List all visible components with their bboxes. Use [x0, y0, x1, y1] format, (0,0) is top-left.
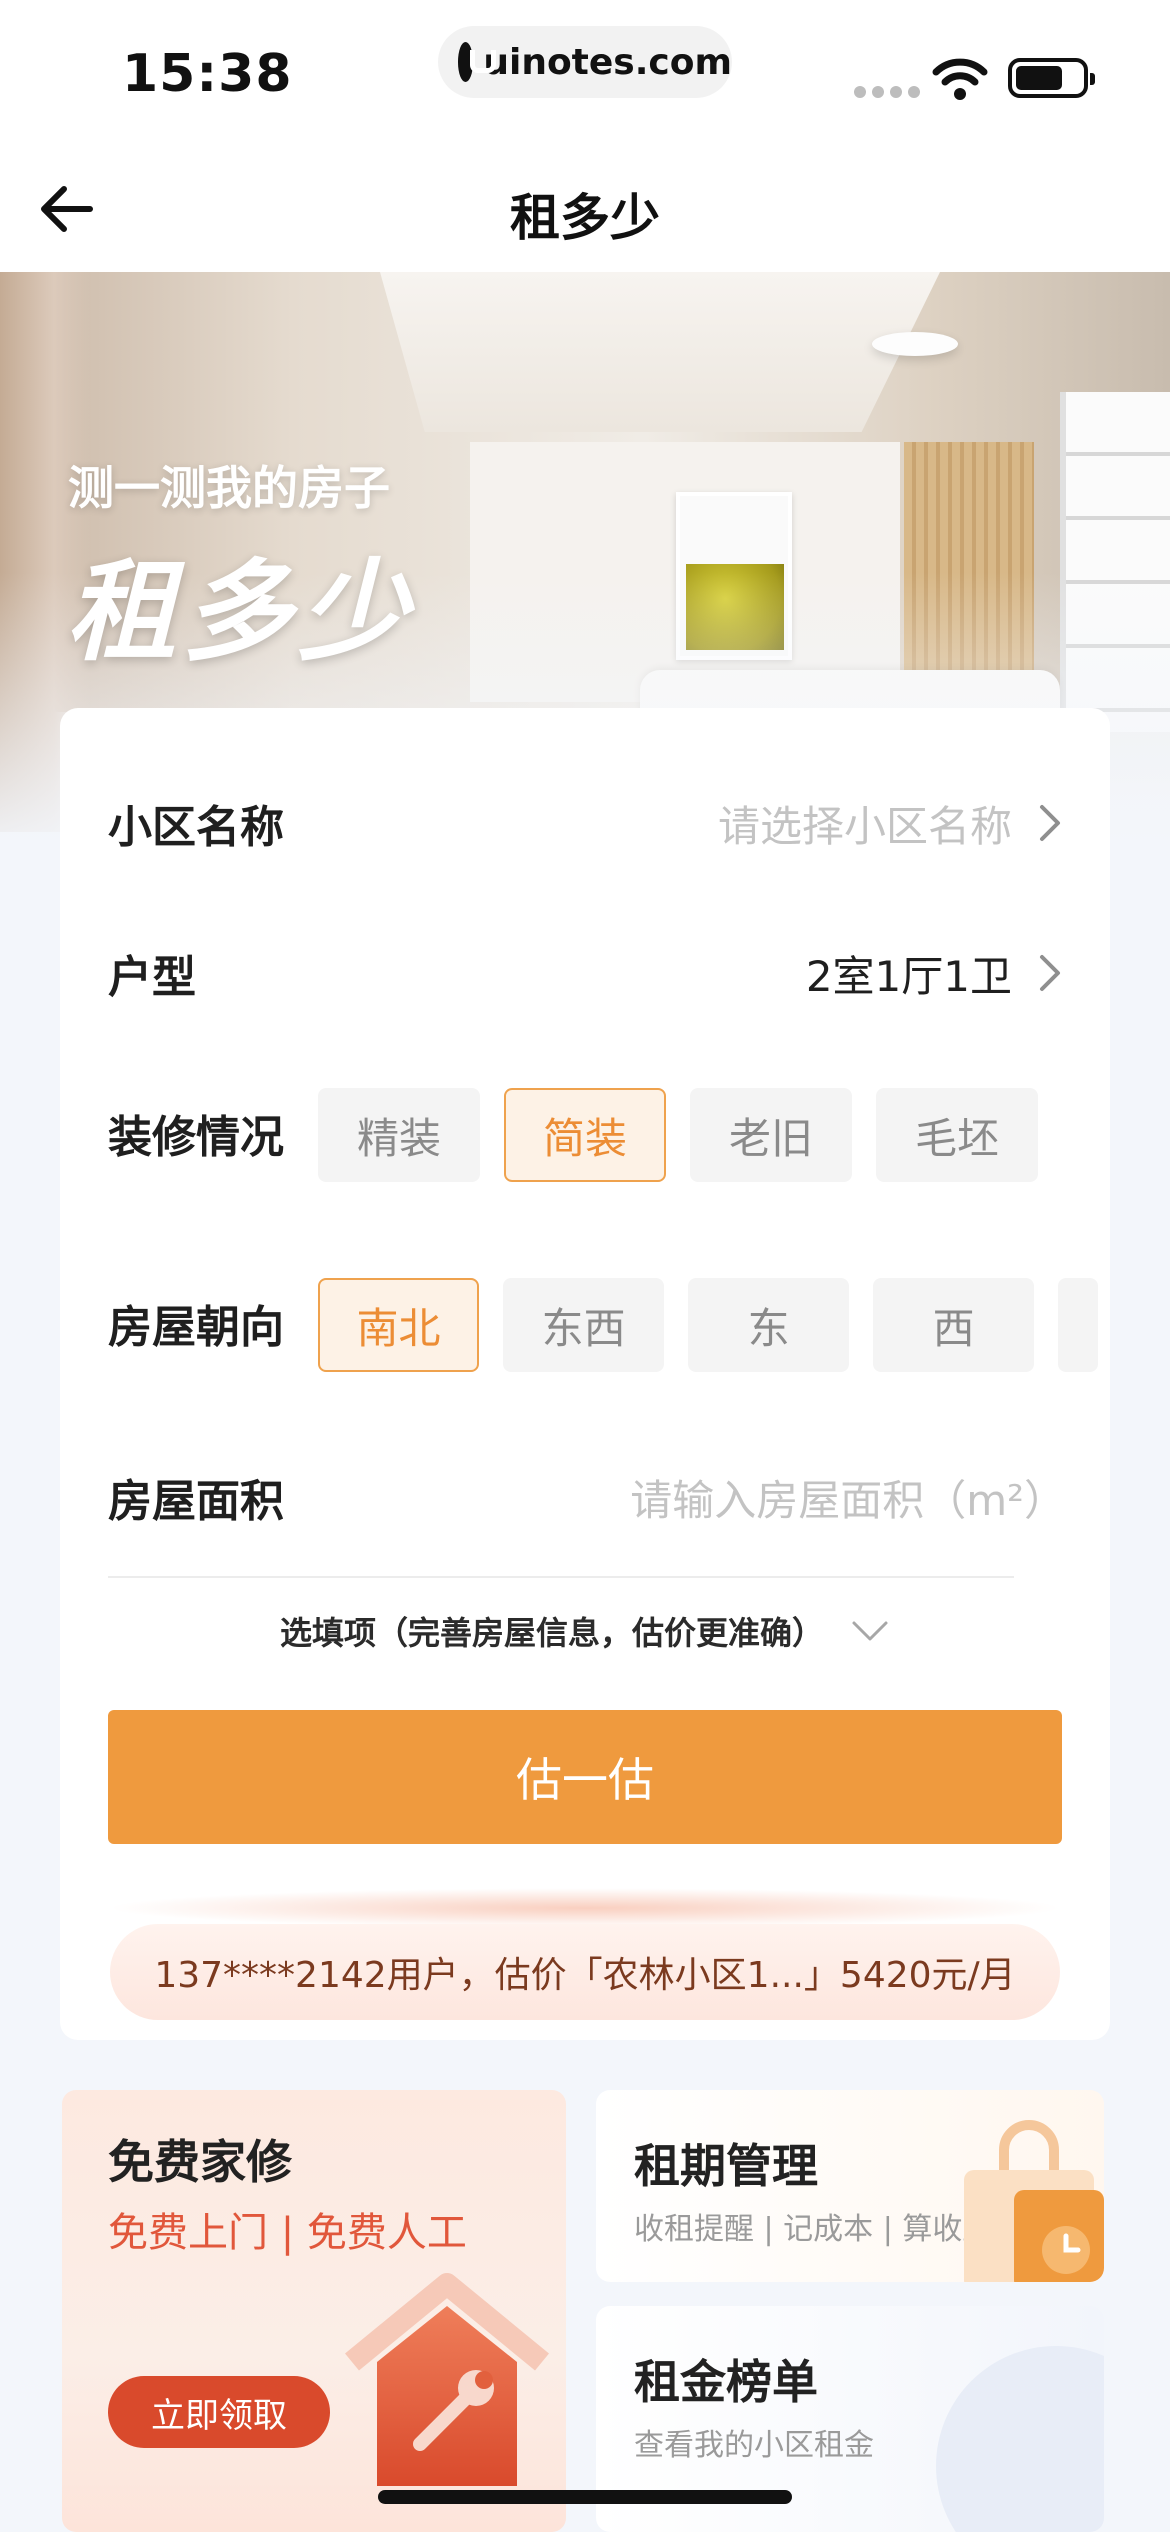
ticker-text: 137****2142用户，估价「农林小区1...」5420元/月 — [154, 1955, 1016, 1996]
claim-button[interactable]: 立即领取 — [108, 2376, 330, 2448]
chevron-right-icon — [1040, 805, 1060, 841]
battery-icon — [1008, 58, 1095, 98]
url-text: uinotes.com — [483, 41, 732, 83]
wifi-icon — [932, 58, 988, 100]
orientation-option[interactable]: 西 — [873, 1278, 1035, 1372]
estimate-ticker: 137****2142用户，估价「农林小区1...」5420元/月 — [110, 1924, 1060, 2020]
rank-title: 租金榜单 — [634, 2355, 818, 2409]
decoration-options: 精装 简装 老旧 毛坯 — [318, 1088, 1038, 1182]
nav-bar: 租多少 — [0, 140, 1170, 272]
community-placeholder: 请选择小区名称 — [717, 801, 1012, 851]
lease-subtitle: 收租提醒 | 记成本 | 算收益 — [634, 2212, 993, 2247]
decoration-label: 装修情况 — [108, 1112, 284, 1163]
optional-fields-toggle[interactable]: 选填项（完善房屋信息，估价更准确） — [60, 1608, 1110, 1654]
lease-title: 租期管理 — [634, 2139, 818, 2193]
calendar-clock-icon — [964, 2120, 1104, 2282]
divider — [108, 1576, 1014, 1578]
orientation-option[interactable]: 东西 — [503, 1278, 665, 1372]
layout-label: 户型 — [108, 952, 196, 1003]
decoration-option-selected[interactable]: 简装 — [504, 1088, 666, 1182]
site-logo-icon — [458, 42, 497, 82]
area-label: 房屋面积 — [108, 1476, 284, 1527]
chevron-down-icon — [852, 1621, 888, 1641]
ceiling-lamp-image — [872, 332, 958, 356]
page-title: 租多少 — [510, 189, 660, 247]
free-repair-card[interactable]: 免费家修 免费上门 | 免费人工 立即领取 — [62, 2090, 566, 2532]
repair-subtitle: 免费上门 | 免费人工 — [108, 2210, 467, 2256]
layout-row[interactable]: 户型 2室1厅1卫 — [108, 918, 1066, 1028]
estimate-form-card: 小区名称 请选择小区名称 户型 2室1厅1卫 装修情况 精装 简装 老旧 毛坯 … — [60, 708, 1110, 2040]
lease-management-card[interactable]: 租期管理 收租提醒 | 记成本 | 算收益 — [596, 2090, 1104, 2282]
status-bar: 15:38 uinotes.com — [0, 0, 1170, 140]
decoration-option[interactable]: 老旧 — [690, 1088, 852, 1182]
repair-title: 免费家修 — [108, 2135, 292, 2189]
optional-fields-label: 选填项（完善房屋信息，估价更准确） — [279, 1614, 824, 1652]
community-label: 小区名称 — [108, 802, 284, 853]
home-indicator — [378, 2490, 792, 2504]
hero-kicker: 测一测我的房子 — [68, 461, 390, 515]
orientation-option[interactable]: 东 — [688, 1278, 850, 1372]
house-wrench-icon — [345, 2273, 549, 2486]
area-input[interactable]: 请输入房屋面积（m²） — [630, 1467, 1066, 1528]
hero-title: 租多少 — [66, 548, 414, 676]
orientation-options: 南北 东西 东 西 — [318, 1278, 1098, 1372]
url-pill[interactable]: uinotes.com — [438, 26, 732, 98]
orientation-option-selected[interactable]: 南北 — [318, 1278, 480, 1372]
decoration-option[interactable]: 毛坯 — [876, 1088, 1038, 1182]
community-row[interactable]: 小区名称 请选择小区名称 — [108, 768, 1066, 878]
layout-value: 2室1厅1卫 — [805, 951, 1012, 1001]
area-row[interactable]: 房屋面积 请输入房屋面积（m²） — [108, 1442, 1066, 1552]
chevron-right-icon — [1040, 955, 1060, 991]
decoration-option[interactable]: 精装 — [318, 1088, 480, 1182]
status-time: 15:38 — [122, 44, 293, 104]
orientation-option-more[interactable] — [1058, 1278, 1098, 1372]
cellular-signal-icon — [854, 86, 920, 98]
estimate-button[interactable]: 估一估 — [108, 1710, 1062, 1844]
orientation-label: 房屋朝向 — [108, 1302, 284, 1353]
rank-subtitle: 查看我的小区租金 — [634, 2428, 874, 2463]
